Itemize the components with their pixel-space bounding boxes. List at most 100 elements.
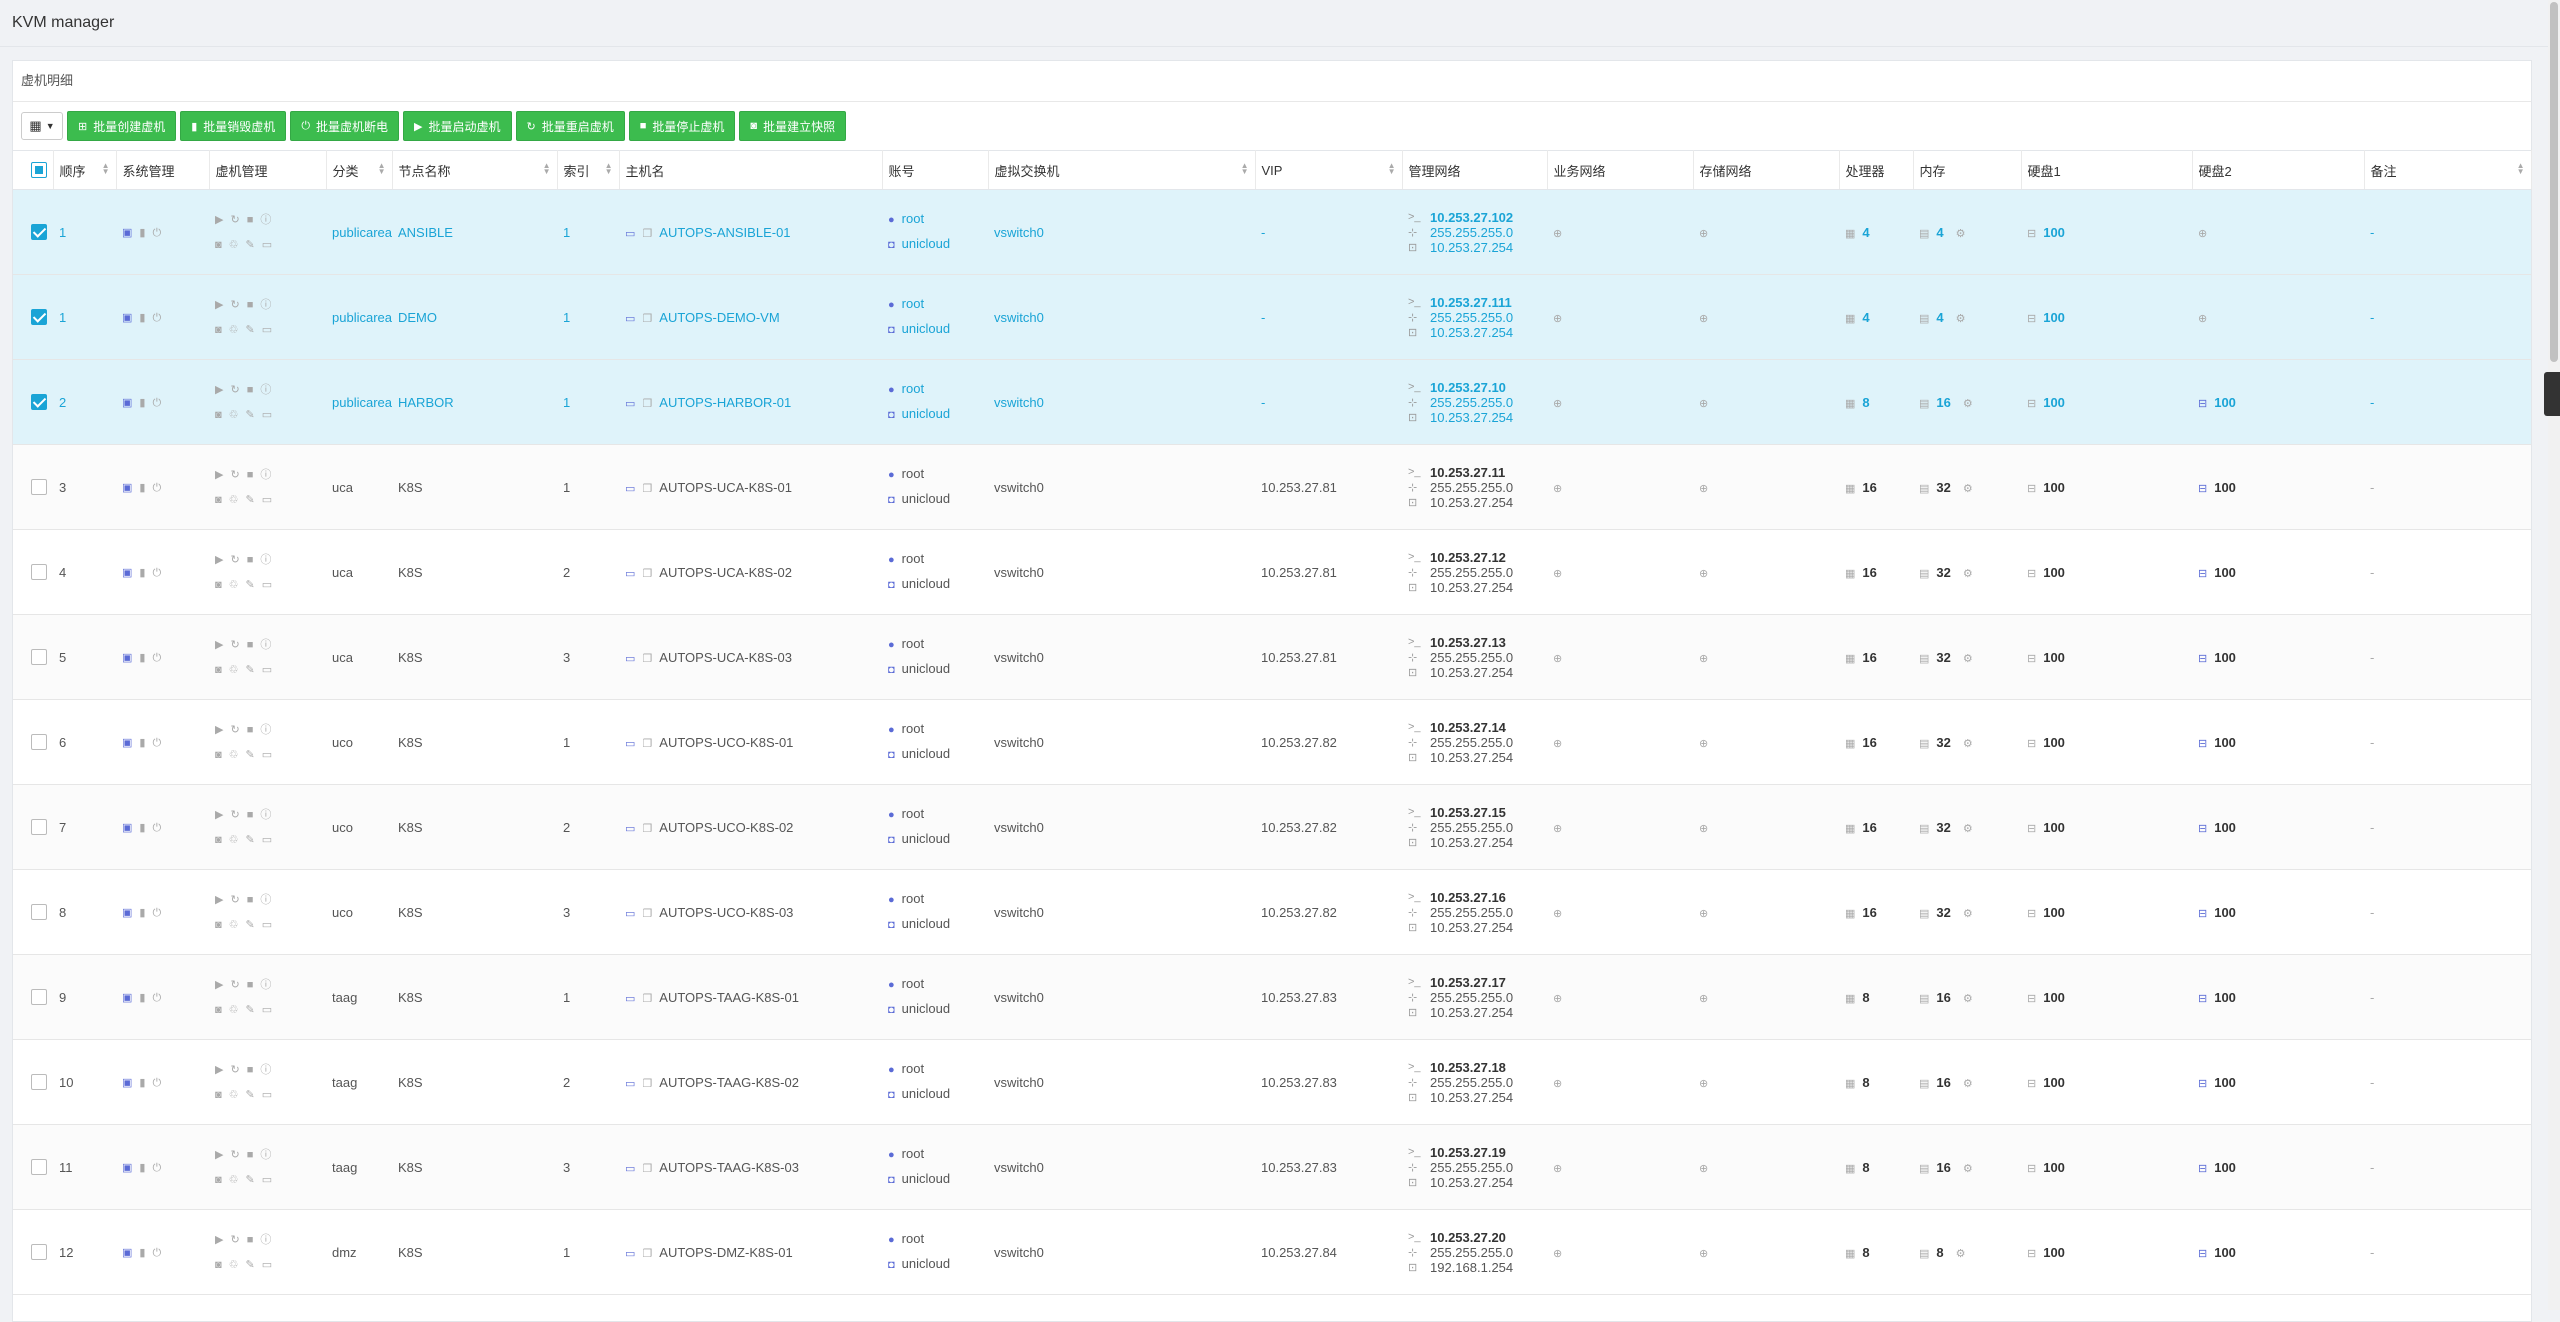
stop-icon[interactable]: ■ xyxy=(247,548,254,572)
recycle-icon[interactable]: ♲ xyxy=(229,998,239,1022)
sort-icon[interactable]: ▲ ▼ xyxy=(605,162,613,176)
monitor-icon[interactable]: ▭ xyxy=(262,1168,272,1192)
stop-icon[interactable]: ■ xyxy=(247,888,254,912)
power-icon[interactable]: ⏻ xyxy=(152,652,161,665)
column-toggle-button[interactable]: ▦ ▼ xyxy=(21,112,63,140)
refresh-icon[interactable]: ↻ xyxy=(230,633,239,657)
copy-icon[interactable]: ❐ xyxy=(642,992,652,1005)
recycle-icon[interactable]: ♲ xyxy=(229,1083,239,1107)
stop-icon[interactable]: ■ xyxy=(247,803,254,827)
info-icon[interactable]: ⓘ xyxy=(260,378,271,402)
add-network-icon[interactable]: ⊕ xyxy=(1699,737,1708,750)
gear-icon[interactable]: ⚙ xyxy=(1963,482,1973,495)
row-checkbox[interactable] xyxy=(31,1074,47,1091)
camera-icon[interactable]: ◙ xyxy=(215,913,222,937)
add-network-icon[interactable]: ⊕ xyxy=(1553,227,1562,240)
wrench-icon[interactable]: ✎ xyxy=(246,403,255,427)
camera-icon[interactable]: ◙ xyxy=(215,233,222,257)
table-row[interactable]: 8 ▣ ▮ ⏻ ▶ ↻ ■ ⓘ ◙ ♲ ✎ ▭ uco K8S 3 ▭ ❐ AUTOPS-UCO-K… xyxy=(13,869,2531,955)
power-icon[interactable]: ⏻ xyxy=(152,1077,161,1090)
monitor-icon[interactable]: ▭ xyxy=(262,913,272,937)
delete-icon[interactable]: ▮ xyxy=(139,396,145,409)
col-index[interactable]: 索引 ▲ ▼ xyxy=(557,150,620,190)
col-order[interactable]: 顺序 ▲ ▼ xyxy=(53,150,117,190)
info-icon[interactable]: ⓘ xyxy=(260,633,271,657)
recycle-icon[interactable]: ♲ xyxy=(229,743,239,767)
copy-icon[interactable]: ❐ xyxy=(642,397,652,410)
monitor-icon[interactable]: ▭ xyxy=(262,1253,272,1277)
wrench-icon[interactable]: ✎ xyxy=(246,1083,255,1107)
stop-icon[interactable]: ■ xyxy=(247,463,254,487)
batch-create-vm-button[interactable]: ⊞ 批量创建虚机 xyxy=(67,111,177,141)
info-icon[interactable]: ⓘ xyxy=(260,463,271,487)
gear-icon[interactable]: ⚙ xyxy=(1963,822,1973,835)
copy-icon[interactable]: ❐ xyxy=(642,227,652,240)
copy-icon[interactable]: ❐ xyxy=(642,312,652,325)
scrollbar-thumb[interactable] xyxy=(2550,2,2558,362)
refresh-icon[interactable]: ↻ xyxy=(230,1058,239,1082)
camera-icon[interactable]: ◙ xyxy=(215,828,222,852)
console-icon[interactable]: ▣ xyxy=(122,1246,132,1259)
console-icon[interactable]: ▣ xyxy=(122,481,132,494)
camera-icon[interactable]: ◙ xyxy=(215,403,222,427)
monitor-icon[interactable]: ▭ xyxy=(262,658,272,682)
delete-icon[interactable]: ▮ xyxy=(139,991,145,1004)
add-network-icon[interactable]: ⊕ xyxy=(1699,567,1708,580)
delete-icon[interactable]: ▮ xyxy=(139,566,145,579)
row-checkbox[interactable] xyxy=(31,989,47,1006)
add-network-icon[interactable]: ⊕ xyxy=(1699,822,1708,835)
monitor-icon[interactable]: ▭ xyxy=(262,573,272,597)
batch-stop-vm-button[interactable]: ■ 批量停止虚机 xyxy=(628,111,736,141)
power-icon[interactable]: ⏻ xyxy=(152,312,161,325)
refresh-icon[interactable]: ↻ xyxy=(230,1228,239,1252)
recycle-icon[interactable]: ♲ xyxy=(229,488,239,512)
add-network-icon[interactable]: ⊕ xyxy=(1553,907,1562,920)
wrench-icon[interactable]: ✎ xyxy=(246,658,255,682)
wrench-icon[interactable]: ✎ xyxy=(246,573,255,597)
refresh-icon[interactable]: ↻ xyxy=(230,973,239,997)
copy-icon[interactable]: ❐ xyxy=(642,907,652,920)
row-checkbox[interactable] xyxy=(31,309,47,326)
recycle-icon[interactable]: ♲ xyxy=(229,658,239,682)
add-network-icon[interactable]: ⊕ xyxy=(1553,822,1562,835)
play-icon[interactable]: ▶ xyxy=(215,973,223,997)
recycle-icon[interactable]: ♲ xyxy=(229,573,239,597)
delete-icon[interactable]: ▮ xyxy=(139,1246,145,1259)
copy-icon[interactable]: ❐ xyxy=(642,1077,652,1090)
add-network-icon[interactable]: ⊕ xyxy=(1553,992,1562,1005)
camera-icon[interactable]: ◙ xyxy=(215,573,222,597)
power-icon[interactable]: ⏻ xyxy=(152,227,161,240)
camera-icon[interactable]: ◙ xyxy=(215,1168,222,1192)
row-checkbox[interactable] xyxy=(31,904,47,921)
info-icon[interactable]: ⓘ xyxy=(260,208,271,232)
gear-icon[interactable]: ⚙ xyxy=(1963,652,1973,665)
table-row[interactable]: 1 ▣ ▮ ⏻ ▶ ↻ ■ ⓘ ◙ ♲ ✎ ▭ publicarea ANSIBLE 1 ▭ ❐ A… xyxy=(13,189,2531,275)
gear-icon[interactable]: ⚙ xyxy=(1963,737,1973,750)
side-tab-handle[interactable] xyxy=(2544,372,2560,416)
add-disk-icon[interactable]: ⊕ xyxy=(2198,227,2207,240)
stop-icon[interactable]: ■ xyxy=(247,1228,254,1252)
camera-icon[interactable]: ◙ xyxy=(215,998,222,1022)
play-icon[interactable]: ▶ xyxy=(215,378,223,402)
col-vswitch[interactable]: 虚拟交换机 ▲ ▼ xyxy=(988,150,1256,190)
power-icon[interactable]: ⏻ xyxy=(152,1247,161,1260)
batch-start-vm-button[interactable]: ▶ 批量启动虚机 xyxy=(403,111,512,141)
play-icon[interactable]: ▶ xyxy=(215,718,223,742)
add-network-icon[interactable]: ⊕ xyxy=(1699,397,1708,410)
gear-icon[interactable]: ⚙ xyxy=(1963,397,1973,410)
play-icon[interactable]: ▶ xyxy=(215,888,223,912)
camera-icon[interactable]: ◙ xyxy=(215,658,222,682)
add-network-icon[interactable]: ⊕ xyxy=(1699,312,1708,325)
camera-icon[interactable]: ◙ xyxy=(215,488,222,512)
copy-icon[interactable]: ❐ xyxy=(642,822,652,835)
monitor-icon[interactable]: ▭ xyxy=(262,743,272,767)
row-checkbox[interactable] xyxy=(31,819,47,836)
row-checkbox[interactable] xyxy=(31,394,47,411)
refresh-icon[interactable]: ↻ xyxy=(230,463,239,487)
delete-icon[interactable]: ▮ xyxy=(139,736,145,749)
power-icon[interactable]: ⏻ xyxy=(152,822,161,835)
play-icon[interactable]: ▶ xyxy=(215,548,223,572)
add-network-icon[interactable]: ⊕ xyxy=(1553,1077,1562,1090)
copy-icon[interactable]: ❐ xyxy=(642,482,652,495)
select-all-header[interactable] xyxy=(13,150,54,190)
